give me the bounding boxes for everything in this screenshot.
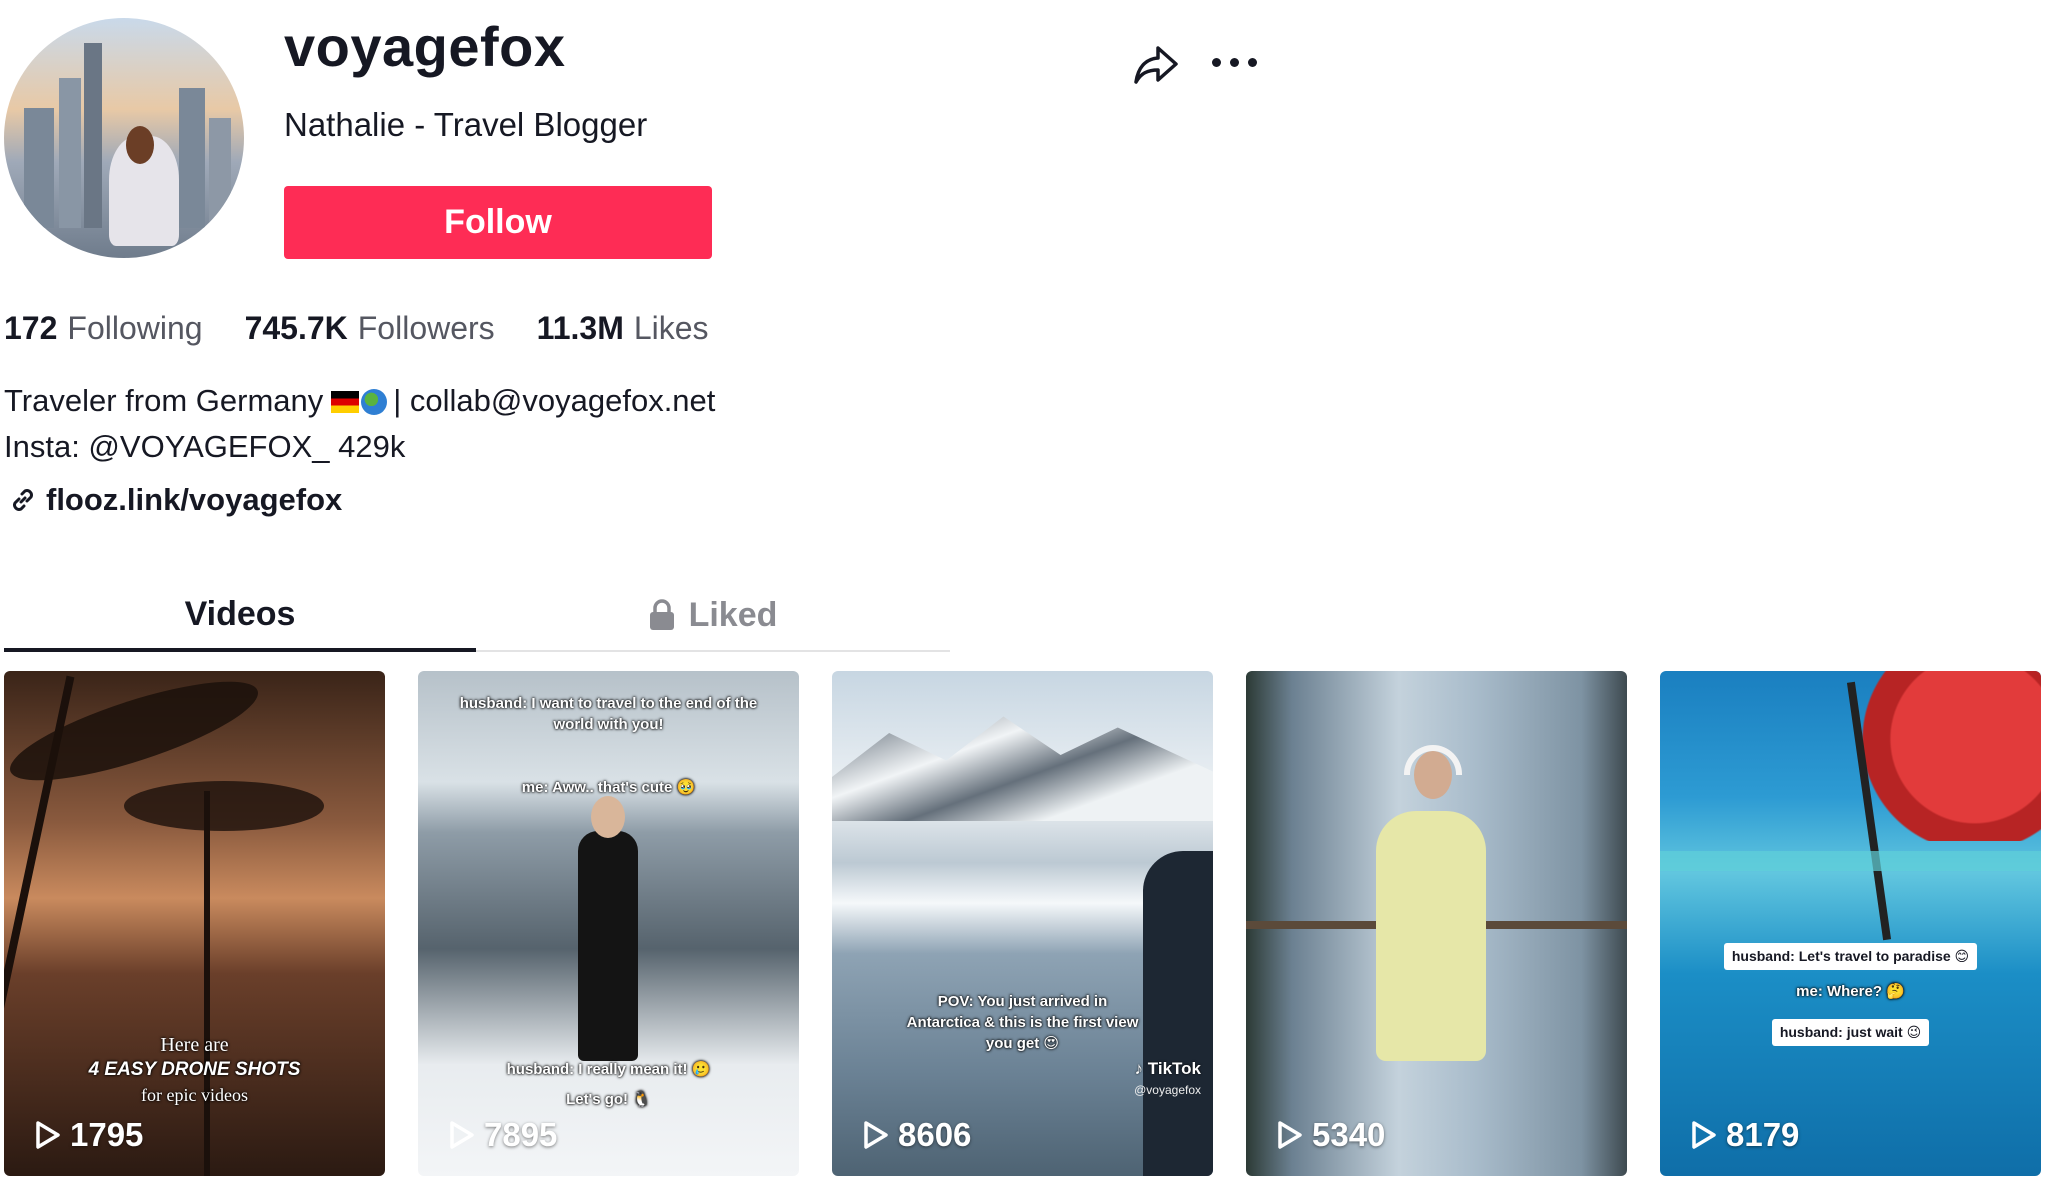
bio-email: | collab@voyagefox.net [393,383,716,418]
video-view-count: 8606 [862,1116,971,1154]
profile-stats: 172 Following 745.7K Followers 11.3M Likes [4,310,709,347]
video-overlay-text: me: Aww.. that's cute 🥹 [521,779,696,796]
play-icon [1278,1121,1302,1149]
video-card[interactable]: husband: Let's travel to paradise 😊 me: … [1660,671,2041,1176]
avatar-building [24,108,54,228]
play-icon [864,1121,888,1149]
video-overlay-text: for epic videos [141,1085,248,1105]
play-icon [36,1121,60,1149]
reef-strip [1660,851,2041,871]
germany-flag-icon [331,391,360,413]
video-overlay-text: husband: I really mean it! 🥲 [506,1061,711,1078]
video-view-count: 5340 [1276,1116,1385,1154]
lock-icon [649,599,674,630]
avatar-building [209,118,231,228]
tiktok-watermark: ♪ TikTok [1134,1059,1201,1078]
bio-text: Traveler from Germany [4,383,324,418]
palm-fronds [124,781,324,831]
stat-likes: 11.3M Likes [536,310,709,346]
stat-following[interactable]: 172 Following [4,310,203,347]
headphones-icon [1404,745,1462,775]
video-view-count: 1795 [34,1116,143,1154]
video-overlay-text: Let's go! 🐧 [566,1091,651,1108]
profile-username: voyagefox [284,15,566,78]
palm-trunk [204,791,210,1176]
profile-bio: Traveler from Germany | collab@voyagefox.… [4,378,715,470]
avatar-building [179,88,205,228]
more-options-icon[interactable] [1212,52,1264,72]
video-card[interactable]: Here are 4 EASY DRONE SHOTS for epic vid… [4,671,385,1176]
avatar-building [59,78,81,228]
video-card[interactable]: 5340 [1246,671,1627,1176]
video-overlay-text: POV: You just arrived in Antarctica & th… [906,993,1139,1052]
person-head [591,796,625,838]
tab-videos[interactable]: Videos [4,580,476,652]
play-icon [450,1121,474,1149]
profile-link-text[interactable]: flooz.link/voyagefox [46,482,342,518]
video-overlay-text: husband: I want to travel to the end of … [459,695,758,733]
avatar-figure-head [126,126,154,164]
link-icon [13,489,33,511]
video-view-count: 8179 [1690,1116,1799,1154]
video-overlay-text: Here are [160,1034,229,1056]
video-overlay-text: me: Where? 🤔 [1796,983,1905,1000]
video-overlay-text: 4 EASY DRONE SHOTS [88,1059,301,1080]
video-grid: Here are 4 EASY DRONE SHOTS for epic vid… [4,671,2041,1176]
bio-instagram: Insta: @VOYAGEFOX_ 429k [4,429,406,464]
video-view-count: 7895 [448,1116,557,1154]
video-card[interactable]: POV: You just arrived in Antarctica & th… [832,671,1213,1176]
video-overlay-text: husband: just wait 😉 [1660,1019,2041,1046]
video-overlay-text: husband: Let's travel to paradise 😊 [1660,943,2041,970]
follow-button[interactable]: Follow [284,186,712,259]
share-icon[interactable] [1130,38,1182,90]
video-card[interactable]: husband: I want to travel to the end of … [418,671,799,1176]
tiktok-watermark-handle: @voyagefox [1134,1083,1201,1097]
person-figure [578,831,638,1061]
profile-nickname: Nathalie - Travel Blogger [284,106,648,143]
tab-liked[interactable]: Liked [476,580,948,650]
globe-icon [361,389,388,415]
tiktok-logo-icon: ♪ [1134,1059,1144,1078]
avatar-building [84,43,102,228]
profile-tabs: Videos Liked [4,580,950,652]
stat-followers[interactable]: 745.7K Followers [245,310,495,347]
avatar[interactable] [4,18,244,258]
person-figure [1376,811,1486,1061]
play-icon [1692,1121,1716,1149]
profile-link[interactable]: flooz.link/voyagefox [8,482,342,518]
mountain-range [832,716,1213,821]
